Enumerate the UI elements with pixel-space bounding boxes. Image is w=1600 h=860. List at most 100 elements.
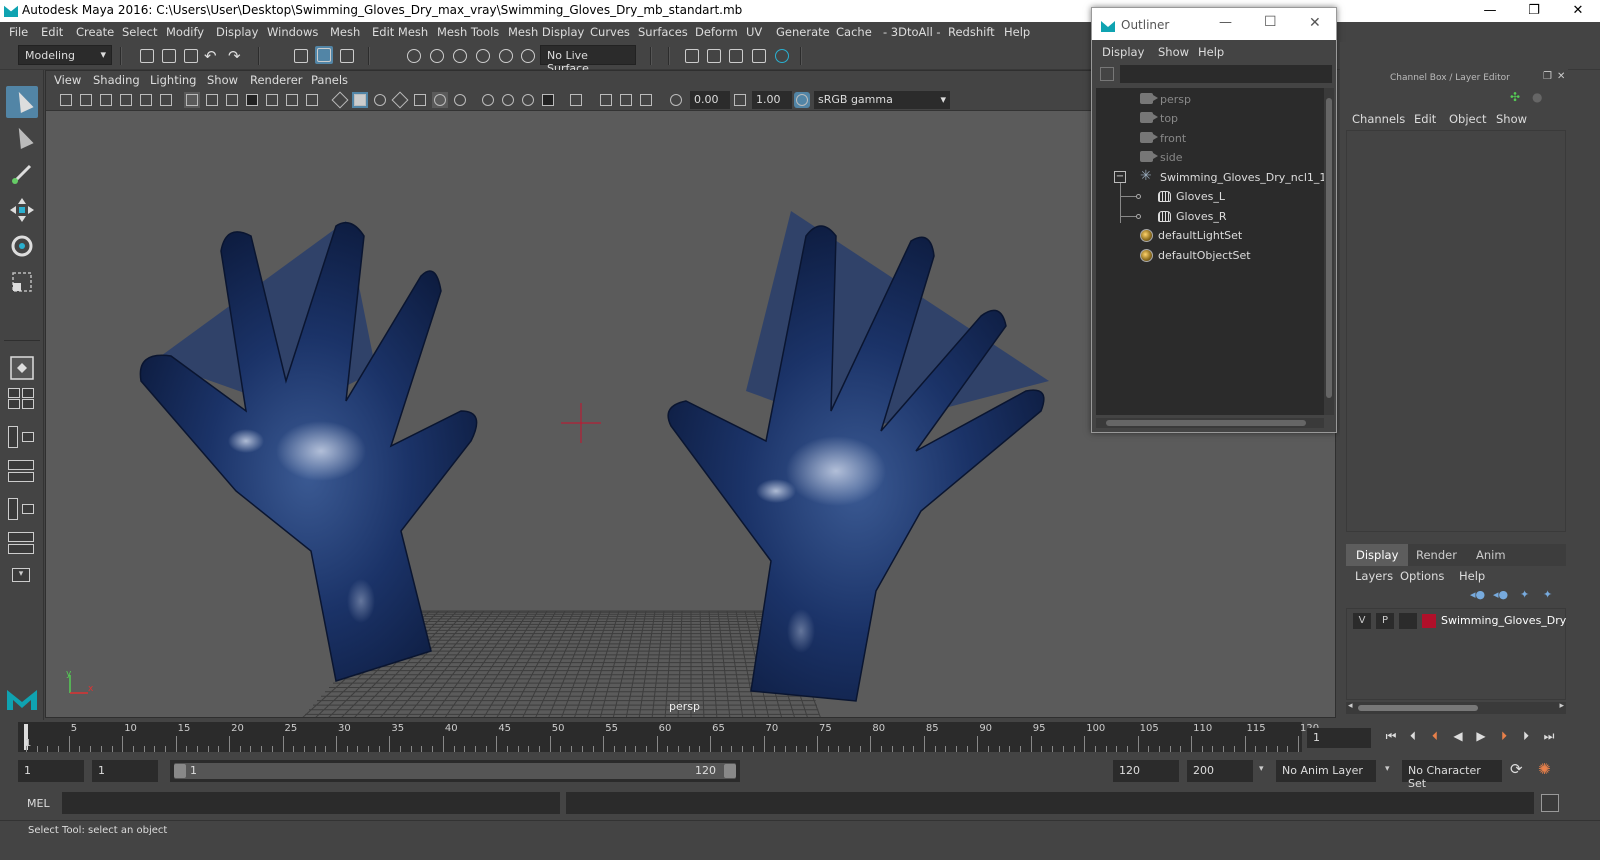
menu-edit-mesh[interactable]: Edit Mesh: [372, 25, 428, 39]
layer-menu-layers[interactable]: Layers: [1355, 569, 1393, 583]
outliner-menu-show[interactable]: Show: [1158, 45, 1189, 59]
ipr-render-icon[interactable]: [727, 47, 745, 65]
tab-render[interactable]: Render: [1406, 544, 1467, 566]
select-tool-button[interactable]: [6, 86, 38, 118]
exposure-icon[interactable]: [668, 92, 684, 108]
outliner-menu-display[interactable]: Display: [1102, 45, 1144, 59]
layer-display-type-toggle[interactable]: [1399, 613, 1417, 629]
viewport-menu-show[interactable]: Show: [207, 73, 238, 87]
go-to-end-button[interactable]: ⏭: [1542, 729, 1556, 743]
close-button[interactable]: ✕: [1556, 0, 1600, 22]
layer-row[interactable]: V P Swimming_Gloves_Dry: [1349, 612, 1566, 631]
screen-space-ao-icon[interactable]: [480, 92, 496, 108]
range-slider-handle[interactable]: 1 120: [174, 763, 736, 779]
lasso-tool-button[interactable]: [6, 122, 38, 154]
command-input[interactable]: [62, 792, 560, 814]
hypershade-icon[interactable]: [773, 47, 791, 65]
outliner-list[interactable]: persp top front side − ✳ Swimming_Gloves…: [1096, 88, 1326, 415]
menu-mesh-tools[interactable]: Mesh Tools: [437, 25, 499, 39]
snap-grid-icon[interactable]: [405, 47, 423, 65]
scroll-left-icon[interactable]: ◂: [1348, 701, 1353, 711]
outliner-filter-icon[interactable]: [1100, 67, 1114, 81]
grease-pencil-icon[interactable]: [158, 92, 174, 108]
resolution-gate-icon[interactable]: [224, 92, 240, 108]
outliner-item-front[interactable]: front: [1096, 129, 1324, 148]
gate-mask-icon[interactable]: [244, 92, 260, 108]
step-back-key-button[interactable]: ⏴: [1428, 729, 1442, 743]
film-gate-icon[interactable]: [204, 92, 220, 108]
layout-options-button[interactable]: ▾: [8, 568, 36, 582]
wireframe-icon[interactable]: [331, 91, 349, 109]
channel-box-menu-edit[interactable]: Edit: [1414, 112, 1436, 126]
field-chart-icon[interactable]: [264, 92, 280, 108]
two-d-pan-icon[interactable]: [138, 92, 154, 108]
menu-mesh[interactable]: Mesh: [330, 25, 360, 39]
chevron-down-icon[interactable]: ▾: [1385, 764, 1390, 774]
isolate-select-icon[interactable]: [568, 92, 584, 108]
lights-icon[interactable]: [432, 92, 448, 108]
outliner-item-default-object-set[interactable]: defaultObjectSet: [1096, 246, 1324, 265]
go-to-start-button[interactable]: ⏮: [1384, 729, 1398, 743]
outliner-search-input[interactable]: [1120, 65, 1332, 83]
new-scene-icon[interactable]: [138, 47, 156, 65]
collapse-icon[interactable]: −: [1114, 171, 1126, 183]
range-start-grip[interactable]: [174, 764, 186, 778]
outliner-close-button[interactable]: ✕: [1309, 15, 1321, 31]
time-slider[interactable]: 1 5 10 15 20 25 30 35 40 45 50 55 60 65 70 75 80 85 90 95 1…: [0, 720, 1600, 754]
safe-action-icon[interactable]: [284, 92, 300, 108]
grid-toggle-icon[interactable]: [184, 92, 200, 108]
move-tool-button[interactable]: [6, 194, 38, 226]
menu-help[interactable]: Help: [1004, 25, 1030, 39]
colorspace-dropdown[interactable]: sRGB gamma ▾: [814, 91, 950, 109]
shadows-icon[interactable]: [452, 92, 468, 108]
step-forward-key-button[interactable]: ⏵: [1497, 729, 1511, 743]
mode-dropdown[interactable]: Modeling ▾: [18, 45, 112, 65]
four-view-button[interactable]: [8, 388, 36, 410]
save-scene-icon[interactable]: [182, 47, 200, 65]
current-frame-field[interactable]: 1: [1307, 728, 1371, 748]
time-slider-track[interactable]: 1 5 10 15 20 25 30 35 40 45 50 55 60 65 70 75 80 85 90 95 1…: [18, 722, 1319, 752]
smooth-shade-icon[interactable]: [352, 92, 368, 108]
color-management-icon[interactable]: [794, 92, 810, 108]
layer-playback-toggle[interactable]: P: [1376, 613, 1394, 629]
motion-blur-icon[interactable]: [500, 92, 516, 108]
persp-hypershade-layout-button[interactable]: [8, 498, 36, 520]
auto-key-icon[interactable]: ⟳: [1510, 760, 1523, 778]
menu-edit[interactable]: Edit: [41, 25, 63, 39]
menu-redshift[interactable]: Redshift: [948, 25, 995, 39]
select-hierarchy-icon[interactable]: [292, 47, 310, 65]
snap-live-icon[interactable]: [519, 47, 537, 65]
render-frame-icon[interactable]: [705, 47, 723, 65]
camera-select-icon[interactable]: [58, 92, 74, 108]
restore-button[interactable]: ❐: [1512, 0, 1556, 22]
range-end-grip[interactable]: [724, 764, 736, 778]
outliner-item-default-light-set[interactable]: defaultLightSet: [1096, 226, 1324, 245]
layer-visibility-toggle[interactable]: V: [1353, 613, 1371, 629]
menu-deform[interactable]: Deform: [695, 25, 738, 39]
new-layer-selected-icon[interactable]: ✦: [1543, 588, 1552, 601]
channel-box-menu-channels[interactable]: Channels: [1352, 112, 1405, 126]
layer-menu-help[interactable]: Help: [1459, 569, 1485, 583]
gamma-icon[interactable]: [732, 92, 748, 108]
scroll-right-icon[interactable]: ▸: [1559, 701, 1564, 711]
xray-joints-icon[interactable]: [638, 92, 654, 108]
play-forwards-button[interactable]: ▶: [1474, 729, 1488, 743]
menu-select[interactable]: Select: [122, 25, 157, 39]
outliner-item-side[interactable]: side: [1096, 148, 1324, 167]
panel-float-icon[interactable]: ❐: [1543, 71, 1552, 82]
scrollbar-thumb[interactable]: [1106, 420, 1306, 426]
outliner-vertical-scrollbar[interactable]: [1324, 88, 1334, 415]
outliner-item-persp[interactable]: persp: [1096, 90, 1324, 109]
outliner-minimize-button[interactable]: —: [1219, 15, 1232, 30]
minimize-button[interactable]: —: [1468, 0, 1512, 22]
menu-create[interactable]: Create: [76, 25, 114, 39]
character-set-dropdown[interactable]: No Character Set: [1402, 760, 1502, 790]
anti-aliasing-icon[interactable]: [520, 92, 536, 108]
new-layer-icon[interactable]: ✦: [1520, 588, 1529, 601]
outliner-horizontal-scrollbar[interactable]: [1096, 418, 1324, 428]
move-layer-down-icon[interactable]: ◂●: [1493, 588, 1508, 601]
outliner-window[interactable]: Outliner — ☐ ✕ Display Show Help persp t…: [1091, 7, 1337, 433]
viewport-menu-panels[interactable]: Panels: [311, 73, 348, 87]
gamma-field[interactable]: 1.00: [752, 91, 792, 109]
render-view-icon[interactable]: [750, 47, 768, 65]
